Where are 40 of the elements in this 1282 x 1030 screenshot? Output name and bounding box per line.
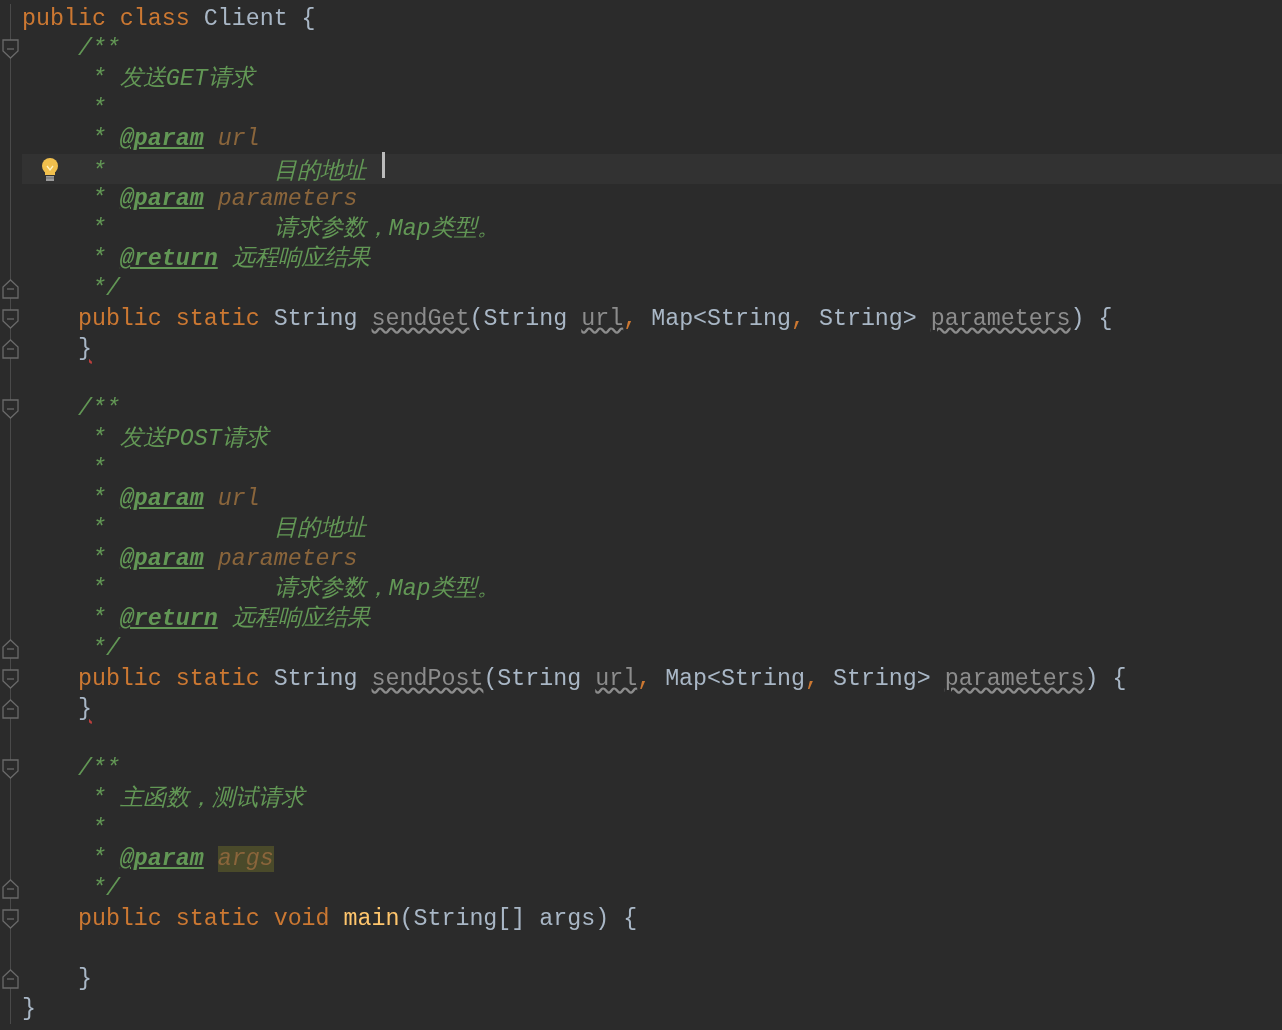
fold-end-icon[interactable] bbox=[2, 639, 19, 659]
fold-end-icon[interactable] bbox=[2, 969, 19, 989]
fold-collapse-icon[interactable] bbox=[2, 39, 19, 59]
code-line: } bbox=[77, 965, 92, 994]
fold-collapse-icon[interactable] bbox=[2, 309, 19, 329]
code-line: */ bbox=[91, 275, 120, 304]
fold-end-icon[interactable] bbox=[2, 279, 19, 299]
fold-collapse-icon[interactable] bbox=[2, 759, 19, 779]
code-line: */ bbox=[91, 875, 120, 904]
fold-end-icon[interactable] bbox=[2, 699, 19, 719]
code-line: } bbox=[22, 995, 36, 1024]
code-line: /** bbox=[77, 755, 120, 784]
code-line: * @param url bbox=[91, 485, 260, 514]
code-line: /** bbox=[77, 395, 120, 424]
code-line: public static void main(String[] args) { bbox=[77, 905, 638, 934]
fold-collapse-icon[interactable] bbox=[2, 399, 19, 419]
code-line: * bbox=[91, 815, 106, 844]
code-line: /** bbox=[77, 35, 120, 64]
fold-collapse-icon[interactable] bbox=[2, 669, 19, 689]
code-line: * @param args bbox=[91, 845, 274, 874]
code-line: public class Client { bbox=[22, 5, 316, 34]
code-line: } bbox=[77, 695, 92, 724]
code-line: * @return 远程响应结果 bbox=[91, 604, 370, 634]
fold-end-icon[interactable] bbox=[2, 879, 19, 899]
fold-end-icon[interactable] bbox=[2, 339, 19, 359]
code-line: * @param url bbox=[91, 125, 260, 154]
code-line: * @param parameters bbox=[91, 545, 358, 574]
code-line: */ bbox=[91, 635, 120, 664]
fold-collapse-icon[interactable] bbox=[2, 909, 19, 929]
code-line: * 目的地址 bbox=[91, 151, 385, 187]
code-line: public static String sendGet(String url, Map<String, String> parameters) { bbox=[77, 305, 1113, 334]
code-line: * @param parameters bbox=[91, 185, 358, 214]
code-line: * 请求参数，Map类型。 bbox=[91, 215, 500, 244]
code-line: } bbox=[77, 335, 92, 364]
code-line: * 请求参数，Map类型。 bbox=[91, 575, 500, 604]
code-line: public static String sendPost(String url, Map<String, String> parameters) { bbox=[77, 665, 1127, 694]
code-line: * bbox=[91, 95, 106, 124]
code-line: * @return 远程响应结果 bbox=[91, 244, 370, 274]
code-line: * 目的地址 bbox=[91, 515, 366, 544]
code-line: * bbox=[91, 455, 106, 484]
